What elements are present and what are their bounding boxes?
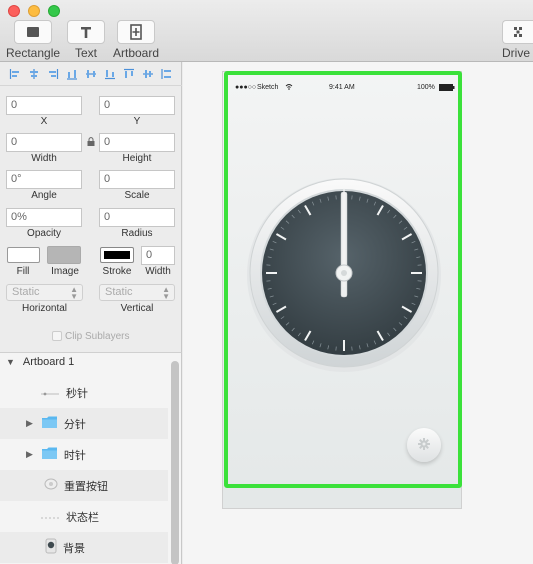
angle-label: Angle <box>31 190 57 201</box>
dotted-line-icon <box>40 511 60 523</box>
layer-name: 秒针 <box>66 387 88 400</box>
phone-thumbnail-icon <box>45 538 57 557</box>
rectangle-icon <box>14 20 52 44</box>
stroke-swatch[interactable] <box>100 247 134 263</box>
opacity-label: Opacity <box>27 228 61 239</box>
inspector-panel: 0 0 X Y 0 0 Width Height 0° 0 Angle Scal… <box>0 62 182 352</box>
align-center-horizontal-icon[interactable] <box>27 68 40 80</box>
layer-name: Artboard 1 <box>22 356 75 368</box>
toolbar-label: Text <box>74 46 97 60</box>
layer-name: 状态栏 <box>66 511 99 524</box>
x-label: X <box>40 116 48 127</box>
line-icon <box>40 387 60 399</box>
distribute-vertical-icon[interactable] <box>160 68 173 80</box>
image-fill-swatch[interactable] <box>47 246 81 264</box>
drive-button[interactable]: Drive <box>502 20 533 60</box>
selection-outline <box>224 71 462 488</box>
align-right-icon[interactable] <box>46 68 59 80</box>
y-label: Y <box>133 116 141 127</box>
align-vertical-center-icon[interactable] <box>141 68 154 80</box>
insert-text-button[interactable]: Text <box>66 20 106 60</box>
stroke-color-fill <box>104 251 130 259</box>
disclosure-open-icon[interactable]: ▼ <box>6 357 15 367</box>
vertical-label: Vertical <box>120 303 154 314</box>
toolbar-label: Drive <box>502 46 531 60</box>
layer-name: 分针 <box>63 418 86 431</box>
canvas[interactable]: ●●●○○ Sketch 9:41 AM 100% <box>183 62 533 564</box>
chevron-updown-icon: ▲ ▼ <box>162 285 170 301</box>
insert-artboard-button[interactable]: Artboard <box>112 20 160 60</box>
layer-name: 时针 <box>63 449 86 462</box>
disclosure-closed-icon[interactable]: ▶ <box>26 418 33 429</box>
layer-row[interactable]: ▶ 时针 <box>0 439 168 470</box>
horizontal-resizing-value: Static <box>12 286 40 298</box>
button-thumbnail-icon <box>44 478 58 493</box>
layer-name: 重置按钮 <box>64 480 108 493</box>
layer-row[interactable]: 状态栏 <box>0 501 168 532</box>
vertical-resizing-select[interactable]: Static ▲ ▼ <box>99 284 175 301</box>
x-position-input[interactable]: 0 <box>6 96 82 115</box>
layer-row[interactable]: 背景 <box>0 532 168 563</box>
layer-row[interactable]: 重置按钮 <box>0 470 168 501</box>
stroke-label: Stroke <box>102 266 132 277</box>
chevron-updown-icon: ▲ ▼ <box>70 285 78 301</box>
align-middle-icon[interactable] <box>84 68 97 80</box>
stroke-width-input[interactable]: 0 <box>141 246 175 265</box>
toolbar: Rectangle Text Artboard Drive <box>0 0 533 62</box>
radius-label: Radius <box>121 228 153 239</box>
angle-input[interactable]: 0° <box>6 170 82 189</box>
toolbar-label: Artboard <box>112 46 160 60</box>
scale-input[interactable]: 0 <box>99 170 175 189</box>
fill-swatch[interactable] <box>7 247 40 263</box>
vertical-resizing-value: Static <box>105 286 133 298</box>
horizontal-resizing-select[interactable]: Static ▲ ▼ <box>6 284 83 301</box>
lock-icon[interactable] <box>87 137 95 146</box>
folder-icon <box>41 415 58 432</box>
align-left-icon[interactable] <box>8 68 21 80</box>
distribute-horizontal-icon[interactable] <box>65 68 78 80</box>
layer-row[interactable]: 秒针 <box>0 377 168 408</box>
layer-row[interactable]: ▶ 分针 <box>0 408 168 439</box>
width-input[interactable]: 0 <box>6 133 82 152</box>
drive-icon <box>502 20 533 44</box>
scale-label: Scale <box>124 190 150 201</box>
fill-label: Fill <box>16 266 30 277</box>
layer-row-artboard[interactable]: ▼ Artboard 1 <box>0 350 168 374</box>
align-bottom-icon[interactable] <box>103 68 116 80</box>
layer-name: 背景 <box>63 542 85 555</box>
opacity-input[interactable]: 0% <box>6 208 82 227</box>
clip-sublayers-label: Clip Sublayers <box>65 331 130 342</box>
width-label: Width <box>31 153 57 164</box>
layer-list-scrollbar[interactable] <box>171 361 179 564</box>
artboard-icon <box>117 20 155 44</box>
radius-input[interactable]: 0 <box>99 208 175 227</box>
minimize-window-button[interactable] <box>28 5 40 17</box>
y-position-input[interactable]: 0 <box>99 96 175 115</box>
height-label: Height <box>122 153 152 164</box>
horizontal-label: Horizontal <box>21 303 68 314</box>
toolbar-label: Rectangle <box>6 46 61 60</box>
stroke-width-label: Width <box>145 266 171 277</box>
insert-rectangle-button[interactable]: Rectangle <box>6 20 60 60</box>
zoom-window-button[interactable] <box>48 5 60 17</box>
text-icon <box>67 20 105 44</box>
clip-sublayers-checkbox[interactable] <box>52 331 62 341</box>
height-input[interactable]: 0 <box>99 133 175 152</box>
layer-list: ▼ Artboard 1 秒针 ▶ 分针 ▶ 时针 重置按钮 状态栏 背景 <box>0 352 182 564</box>
close-window-button[interactable] <box>8 5 20 17</box>
folder-icon <box>41 446 58 463</box>
image-label: Image <box>51 266 79 277</box>
align-top-icon[interactable] <box>122 68 135 80</box>
alignment-toolbar <box>0 62 182 86</box>
disclosure-closed-icon[interactable]: ▶ <box>26 449 33 460</box>
